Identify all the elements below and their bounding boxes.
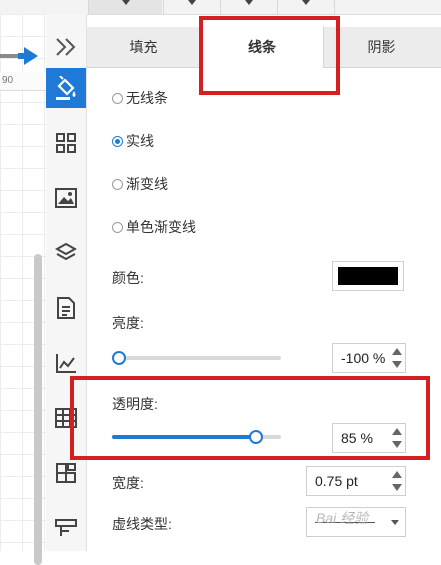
chevron-down-icon: [122, 0, 130, 5]
dash-type-label: 虚线类型:: [112, 516, 172, 532]
ruler: 90: [0, 72, 46, 91]
image-icon: [55, 188, 77, 208]
drawing-canvas[interactable]: 90: [0, 14, 46, 565]
transparency-value: 85 %: [341, 430, 373, 446]
presentation-icon: [55, 519, 77, 536]
arrow-down-icon[interactable]: [392, 361, 402, 368]
document-icon: [57, 297, 75, 319]
watermark: Bai 经验: [316, 510, 369, 526]
tab-shadow[interactable]: 阴影: [322, 27, 441, 67]
option-no-line[interactable]: 无线条: [112, 88, 168, 108]
option-gradient-line-label: 渐变线: [126, 176, 168, 192]
brightness-slider-thumb[interactable]: [112, 351, 126, 365]
radio-no-line[interactable]: [112, 92, 123, 104]
toolbar-dropdown-2[interactable]: [163, 0, 220, 14]
brightness-slider[interactable]: [112, 351, 281, 365]
option-mono-gradient-line[interactable]: 单色渐变线: [112, 217, 196, 237]
ruler-label: 90: [2, 75, 14, 86]
option-no-line-label: 无线条: [126, 90, 168, 106]
brightness-stepper[interactable]: -100 %: [332, 343, 406, 373]
width-stepper-arrows[interactable]: [391, 469, 403, 493]
chevron-down-icon: [245, 0, 253, 5]
format-tabs: 填充 线条 阴影: [87, 26, 441, 68]
shape-library-button[interactable]: [46, 123, 86, 163]
tab-fill[interactable]: 填充: [87, 27, 200, 67]
transparency-stepper-arrows[interactable]: [391, 426, 403, 450]
table-icon: [55, 408, 77, 428]
toolbar-dropdown-5[interactable]: [334, 0, 391, 14]
radio-mono-gradient-line[interactable]: [112, 221, 123, 233]
presentation-button[interactable]: [46, 508, 86, 548]
brightness-stepper-arrows[interactable]: [391, 346, 403, 370]
top-toolbar: [0, 0, 441, 15]
width-value: 0.75 pt: [315, 473, 358, 489]
transparency-slider[interactable]: [112, 430, 281, 444]
brightness-label: 亮度:: [112, 315, 144, 331]
transparency-slider-thumb[interactable]: [248, 430, 263, 444]
option-mono-gradient-line-label: 单色渐变线: [126, 219, 196, 235]
arrow-down-icon[interactable]: [392, 441, 402, 448]
layout-icon: [56, 463, 76, 483]
transparency-stepper[interactable]: 85 %: [332, 423, 406, 453]
option-solid-line-label: 实线: [126, 133, 154, 149]
chevron-down-icon: [302, 0, 310, 5]
side-icon-rail: [46, 14, 87, 551]
layout-button[interactable]: [46, 453, 86, 493]
arrow-right-icon: [24, 47, 38, 65]
brightness-value: -100 %: [341, 350, 386, 366]
fill-line-style-button[interactable]: [46, 68, 86, 108]
color-label: 颜色:: [112, 270, 144, 286]
arrow-up-icon[interactable]: [392, 471, 402, 478]
line-color-picker[interactable]: [332, 261, 404, 291]
radio-gradient-line[interactable]: [112, 178, 123, 190]
line-chart-icon: [56, 354, 76, 373]
arrow-up-icon[interactable]: [392, 428, 402, 435]
transparency-label: 透明度:: [112, 396, 158, 412]
line-settings-panel: 无线条 实线 渐变线 单色渐变线 颜色: 亮度: -100 % 透明度: 85 …: [87, 68, 441, 551]
width-label: 宽度:: [112, 475, 144, 491]
layers-button[interactable]: [46, 233, 86, 273]
toolbar-dropdown-1[interactable]: [88, 0, 163, 14]
table-button[interactable]: [46, 398, 86, 438]
arrow-down-icon[interactable]: [392, 484, 402, 491]
width-stepper[interactable]: 0.75 pt: [306, 466, 406, 496]
chevron-down-icon: [188, 0, 196, 5]
collapse-panel-button[interactable]: [46, 27, 86, 67]
layers-icon: [55, 242, 77, 261]
toolbar-dropdown-4[interactable]: [277, 0, 334, 14]
tab-line[interactable]: 线条: [200, 26, 324, 68]
grid-icon: [56, 133, 76, 153]
vertical-scrollbar[interactable]: [34, 254, 42, 565]
option-solid-line[interactable]: 实线: [112, 131, 154, 151]
toolbar-dropdown-3[interactable]: [220, 0, 277, 14]
arrow-up-icon[interactable]: [392, 348, 402, 355]
chart-button[interactable]: [46, 343, 86, 383]
radio-solid-line[interactable]: [112, 135, 123, 147]
color-swatch: [338, 267, 398, 285]
transparency-slider-fill: [112, 435, 256, 439]
image-button[interactable]: [46, 178, 86, 218]
double-chevron-right-icon: [56, 38, 76, 56]
chevron-down-icon: [391, 520, 399, 525]
paint-bucket-icon: [56, 76, 76, 100]
option-gradient-line[interactable]: 渐变线: [112, 174, 168, 194]
page-button[interactable]: [46, 288, 86, 328]
